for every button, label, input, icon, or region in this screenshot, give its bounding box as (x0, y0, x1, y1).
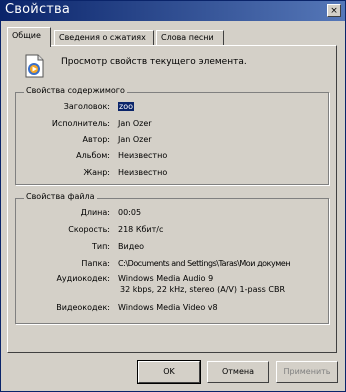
title-label: Заголовок: (63, 102, 110, 111)
title-bar[interactable]: Свойства × (1, 1, 345, 21)
content-properties-group: Свойства содержимого Заголовок: zoo Испо… (15, 86, 329, 185)
cancel-button[interactable]: Отмена (207, 361, 269, 383)
album-value[interactable]: Неизвестно (118, 151, 167, 160)
length-label: Длина: (80, 208, 110, 217)
genre-label: Жанр: (83, 168, 110, 177)
audio-codec-details: 32 kbps, 22 kHz, stereo (A/V) 1-pass CBR (120, 285, 286, 294)
property-row: Автор: Jan Ozer (16, 135, 328, 147)
title-value[interactable]: zoo (118, 102, 134, 111)
window-title: Свойства (5, 2, 71, 17)
property-row: Исполнитель: Jan Ozer (16, 119, 328, 131)
video-codec-label: Видеокодек: (56, 303, 110, 312)
artist-label: Исполнитель: (51, 119, 110, 128)
property-row: Длина: 00:05 (16, 208, 328, 220)
property-row: Папка: C:\Documents and Settings\Taras\М… (16, 259, 328, 271)
property-row: Жанр: Неизвестно (16, 168, 328, 180)
tab-general[interactable]: Общие (7, 27, 51, 47)
ok-button[interactable]: OK (137, 360, 201, 384)
folder-label: Папка: (81, 259, 110, 268)
folder-value: C:\Documents and Settings\Taras\Мои доку… (118, 259, 291, 268)
description-text: Просмотр свойств текущего элемента. (61, 57, 247, 67)
bitrate-label: Скорость: (68, 225, 110, 234)
type-value: Видео (118, 242, 145, 251)
apply-button[interactable]: Применить (276, 361, 338, 383)
bitrate-value: 218 Кбит/с (118, 225, 164, 234)
close-button[interactable]: × (327, 4, 341, 17)
audio-codec-value: Windows Media Audio 9 (118, 274, 214, 283)
length-value: 00:05 (118, 208, 142, 217)
file-properties-group: Свойства файла Длина: 00:05 Скорость: 21… (15, 192, 329, 324)
property-row: Аудиокодек: Windows Media Audio 9 32 kbp… (16, 274, 328, 298)
content-group-title: Свойства содержимого (24, 86, 127, 95)
author-label: Автор: (82, 135, 110, 144)
album-label: Альбом: (76, 151, 110, 160)
audio-codec-label: Аудиокодек: (56, 274, 110, 283)
tab-lyrics[interactable]: Слова песни (156, 30, 224, 46)
properties-window: Свойства × Общие Сведения о сжатиях Слов… (0, 0, 346, 392)
genre-value[interactable]: Неизвестно (118, 168, 167, 177)
property-row: Видеокодек: Windows Media Video v8 (16, 303, 328, 315)
file-group-title: Свойства файла (24, 192, 97, 201)
media-file-icon (25, 54, 44, 78)
property-row: Тип: Видео (16, 242, 328, 254)
property-row: Заголовок: zoo (16, 102, 328, 114)
artist-value[interactable]: Jan Ozer (118, 119, 152, 128)
property-row: Альбом: Неизвестно (16, 151, 328, 163)
tab-compression-info[interactable]: Сведения о сжатиях (54, 30, 154, 46)
type-label: Тип: (91, 242, 110, 251)
author-value[interactable]: Jan Ozer (118, 135, 152, 144)
video-codec-value: Windows Media Video v8 (118, 303, 218, 312)
property-row: Скорость: 218 Кбит/с (16, 225, 328, 237)
